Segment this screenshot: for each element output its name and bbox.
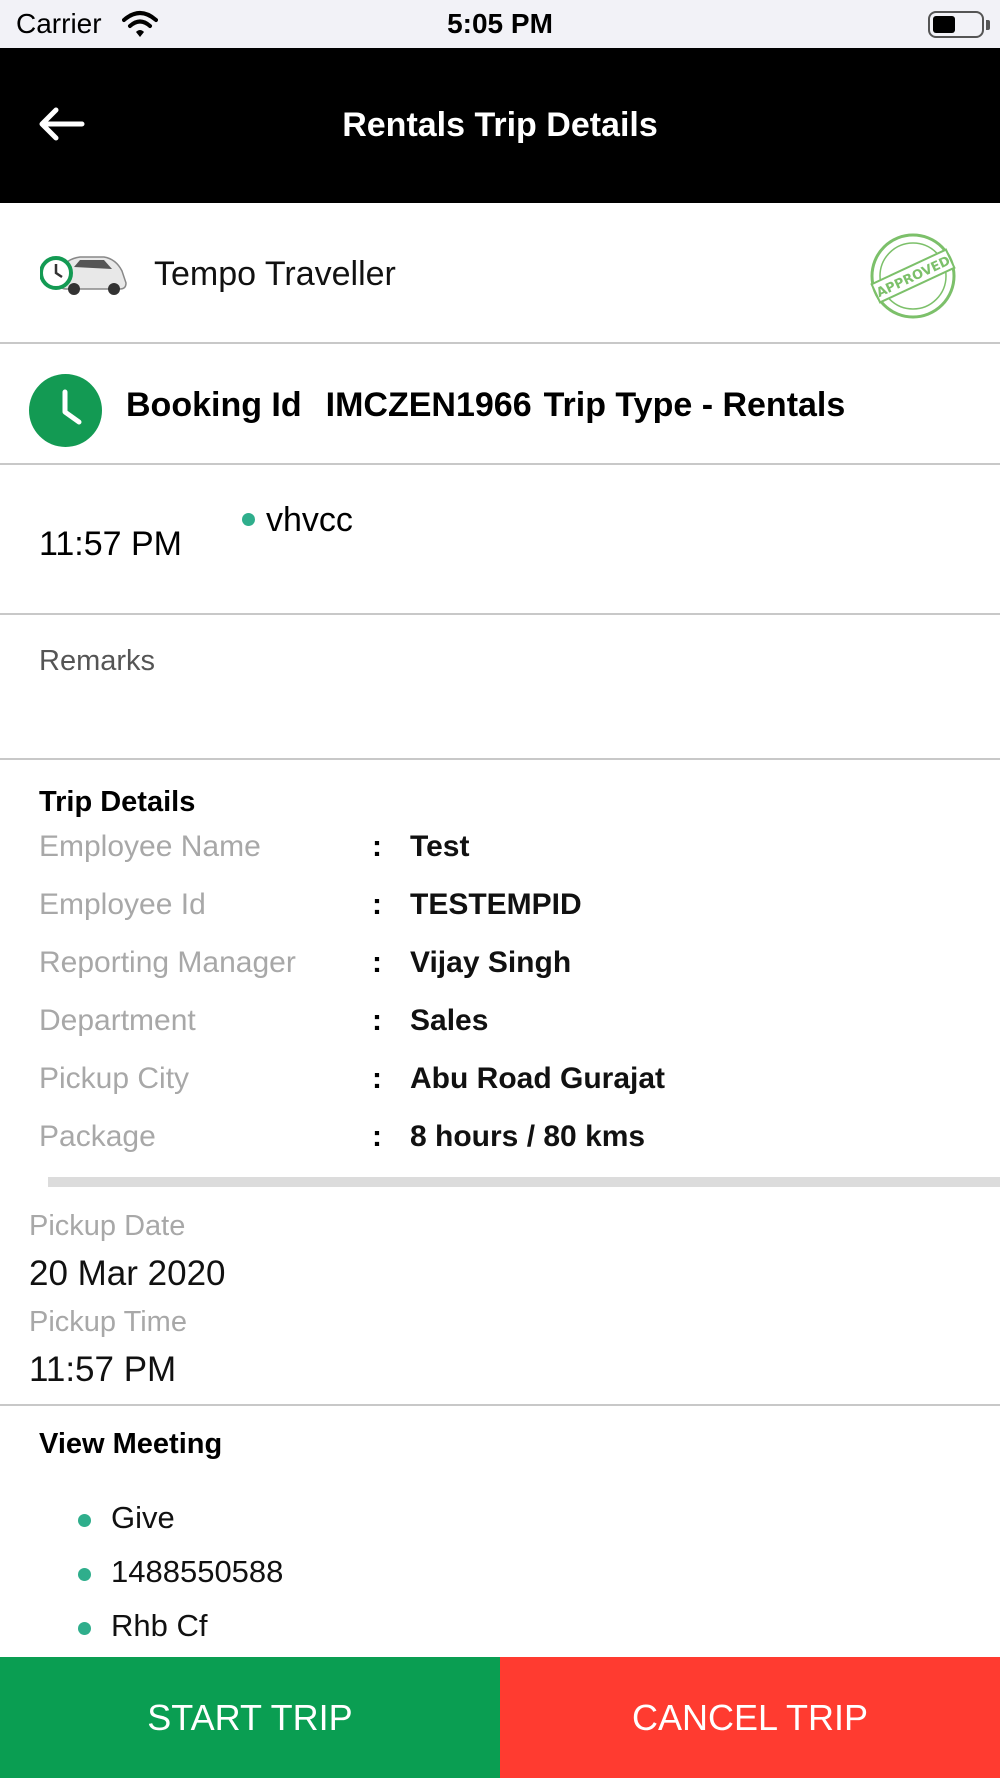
detail-separator: : [372,946,382,979]
detail-row-package: Package : 8 hours / 80 kms [0,1120,1000,1178]
detail-value: Sales [410,1004,489,1037]
location-dot-icon [242,513,255,526]
detail-row-pickup-city: Pickup City : Abu Road Gurajat [0,1062,1000,1120]
trip-details-section: Trip Details Employee Name : Test Employ… [0,760,1000,1190]
vehicle-name: Tempo Traveller [154,255,396,293]
detail-row-department: Department : Sales [0,1004,1000,1062]
detail-row-employee-id: Employee Id : TESTEMPID [0,888,1000,946]
pickup-time-value: 11:57 PM [29,1350,177,1389]
detail-label: Employee Id [39,888,206,921]
meeting-section: View Meeting Give 1488550588 Rhb Cf [0,1406,1000,1656]
section-divider [48,1177,1000,1187]
detail-label: Reporting Manager [39,946,296,979]
status-bar: Carrier 5:05 PM [0,0,1000,48]
detail-separator: : [372,830,382,863]
detail-label: Pickup City [39,1062,190,1095]
detail-value: Abu Road Gurajat [410,1062,666,1095]
meeting-item-text: Rhb Cf [111,1608,208,1643]
meeting-item: Rhb Cf [0,1608,1000,1658]
detail-label: Package [39,1120,156,1153]
view-meeting-heading[interactable]: View Meeting [39,1428,222,1461]
vehicle-row: Tempo Traveller APPROVED [0,203,1000,344]
remarks-section: Remarks [0,615,1000,760]
meeting-item-text: 1488550588 [111,1554,284,1589]
meeting-item-text: Give [111,1500,175,1535]
pickup-date-value: 20 Mar 2020 [29,1254,226,1293]
pickup-time-label: Pickup Time [29,1306,187,1338]
detail-separator: : [372,1062,382,1095]
detail-label: Employee Name [39,830,261,863]
booking-row: Booking Id IMCZEN1966 Trip Type - Rentals [0,344,1000,465]
detail-value: TESTEMPID [410,888,582,921]
detail-label: Department [39,1004,196,1037]
bullet-dot-icon [78,1622,91,1635]
detail-row-employee-name: Employee Name : Test [0,830,1000,888]
detail-value: 8 hours / 80 kms [410,1120,646,1153]
detail-separator: : [372,1004,382,1037]
detail-value: Test [410,830,470,863]
location-name: vhvcc [266,501,353,539]
remarks-label: Remarks [39,645,156,677]
cancel-trip-button[interactable]: CANCEL TRIP [500,1657,1000,1778]
meeting-item: 1488550588 [0,1554,1000,1604]
start-trip-button[interactable]: START TRIP [0,1657,500,1778]
time-location-row: 11:57 PM vhvcc [0,465,1000,615]
nav-bar: Rentals Trip Details [0,48,1000,203]
clock-time: 5:05 PM [447,8,553,39]
pickup-date-label: Pickup Date [29,1210,186,1242]
trip-time: 11:57 PM [39,525,183,563]
booking-id-value: IMCZEN1966 [325,386,532,424]
pickup-section: Pickup Date 20 Mar 2020 Pickup Time 11:5… [0,1190,1000,1406]
detail-separator: : [372,1120,382,1153]
page-title: Rentals Trip Details [342,106,658,144]
booking-id-label: Booking Id [126,386,302,424]
trip-details-heading: Trip Details [39,786,196,818]
meeting-item: Give [0,1500,1000,1550]
bullet-dot-icon [78,1514,91,1527]
bullet-dot-icon [78,1568,91,1581]
detail-value: Vijay Singh [410,946,572,979]
trip-type: Trip Type - Rentals [543,386,846,424]
detail-row-reporting-manager: Reporting Manager : Vijay Singh [0,946,1000,1004]
battery-icon [928,11,990,38]
car-icon [40,256,127,295]
booking-info: Booking Id IMCZEN1966 Trip Type - Rentals [126,386,869,425]
approved-stamp-icon: APPROVED [870,233,956,319]
detail-separator: : [372,888,382,921]
clock-icon [29,374,102,447]
